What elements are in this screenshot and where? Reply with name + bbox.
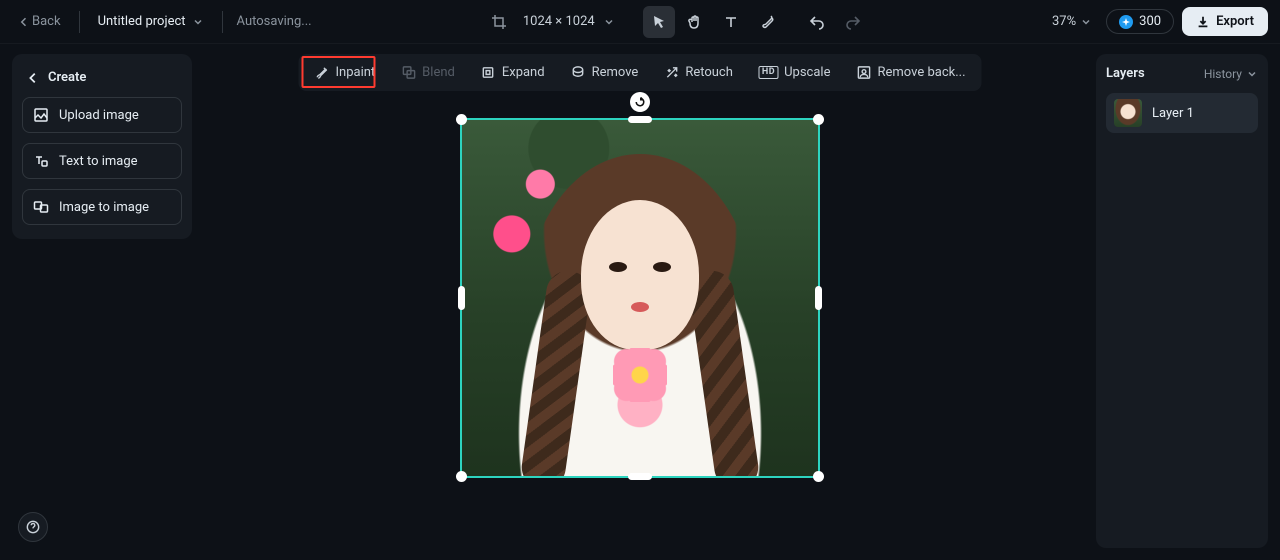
- layer-label: Layer 1: [1152, 106, 1194, 121]
- hand-tool[interactable]: [679, 6, 711, 38]
- undo-button[interactable]: [801, 6, 833, 38]
- upscale-label: Upscale: [784, 65, 830, 80]
- text-to-image-button[interactable]: Text to image: [22, 143, 182, 179]
- canvas-dimensions-label: 1024 × 1024: [523, 14, 595, 29]
- divider: [79, 11, 80, 33]
- create-label: Create: [48, 70, 86, 85]
- text-to-image-label: Text to image: [59, 154, 138, 169]
- help-button[interactable]: [18, 512, 48, 542]
- selection-frame: [460, 118, 820, 478]
- upload-image-label: Upload image: [59, 108, 139, 123]
- upload-image-button[interactable]: Upload image: [22, 97, 182, 133]
- autosave-status: Autosaving...: [235, 10, 314, 33]
- back-button[interactable]: Back: [12, 10, 67, 33]
- retouch-label: Retouch: [685, 65, 733, 80]
- back-label: Back: [32, 14, 61, 29]
- export-button[interactable]: Export: [1182, 7, 1268, 36]
- resize-handle-tl[interactable]: [456, 114, 467, 125]
- blend-tool: Blend: [389, 58, 467, 87]
- canvas-dimensions-dropdown[interactable]: 1024 × 1024: [517, 10, 621, 33]
- blend-label: Blend: [422, 65, 455, 80]
- canvas-image[interactable]: [462, 120, 818, 476]
- project-name-dropdown[interactable]: Untitled project: [92, 10, 210, 33]
- create-panel: Create Upload image Text to image Image …: [12, 54, 192, 239]
- layer-thumbnail: [1114, 99, 1142, 127]
- zoom-value: 37%: [1052, 14, 1076, 29]
- credits-pill[interactable]: 300: [1106, 9, 1174, 34]
- image-to-image-button[interactable]: Image to image: [22, 189, 182, 225]
- remove-label: Remove: [592, 65, 639, 80]
- resize-handle-bottom[interactable]: [628, 473, 652, 480]
- inpaint-tool[interactable]: Inpaint: [302, 58, 387, 87]
- upscale-tool[interactable]: HD Upscale: [747, 58, 843, 87]
- select-tool[interactable]: [643, 6, 675, 38]
- context-toolbar: Inpaint Blend Expand Remove Retouch HD U…: [298, 54, 981, 91]
- resize-handle-bl[interactable]: [456, 471, 467, 482]
- layers-panel: Layers History Layer 1: [1096, 54, 1268, 548]
- divider: [222, 11, 223, 33]
- rotate-handle[interactable]: [630, 92, 650, 112]
- remove-tool[interactable]: Remove: [559, 58, 651, 87]
- expand-label: Expand: [502, 65, 545, 80]
- retouch-tool[interactable]: Retouch: [652, 58, 745, 87]
- resize-handle-right[interactable]: [815, 286, 822, 310]
- project-name-label: Untitled project: [98, 14, 186, 29]
- remove-background-tool[interactable]: Remove back...: [844, 58, 977, 87]
- remove-background-label: Remove back...: [877, 65, 965, 80]
- layer-item[interactable]: Layer 1: [1106, 93, 1258, 133]
- top-bar: Back Untitled project Autosaving... 1024…: [0, 0, 1280, 44]
- text-tool[interactable]: [715, 6, 747, 38]
- crop-icon[interactable]: [491, 14, 507, 30]
- resize-handle-left[interactable]: [458, 286, 465, 310]
- history-label: History: [1204, 67, 1242, 81]
- image-to-image-label: Image to image: [59, 200, 149, 215]
- resize-handle-top[interactable]: [628, 116, 652, 123]
- history-dropdown[interactable]: History: [1204, 67, 1258, 81]
- layers-title: Layers: [1106, 66, 1145, 81]
- credits-value: 300: [1139, 14, 1161, 29]
- resize-handle-tr[interactable]: [813, 114, 824, 125]
- credits-icon: [1119, 15, 1133, 29]
- expand-tool[interactable]: Expand: [469, 58, 557, 87]
- resize-handle-br[interactable]: [813, 471, 824, 482]
- redo-button[interactable]: [837, 6, 869, 38]
- create-header[interactable]: Create: [22, 66, 182, 97]
- brush-tool[interactable]: [751, 6, 783, 38]
- zoom-dropdown[interactable]: 37%: [1046, 10, 1098, 33]
- selected-layer[interactable]: [460, 118, 820, 478]
- inpaint-label: Inpaint: [335, 65, 375, 80]
- hd-icon: HD: [759, 66, 778, 79]
- export-label: Export: [1216, 14, 1254, 29]
